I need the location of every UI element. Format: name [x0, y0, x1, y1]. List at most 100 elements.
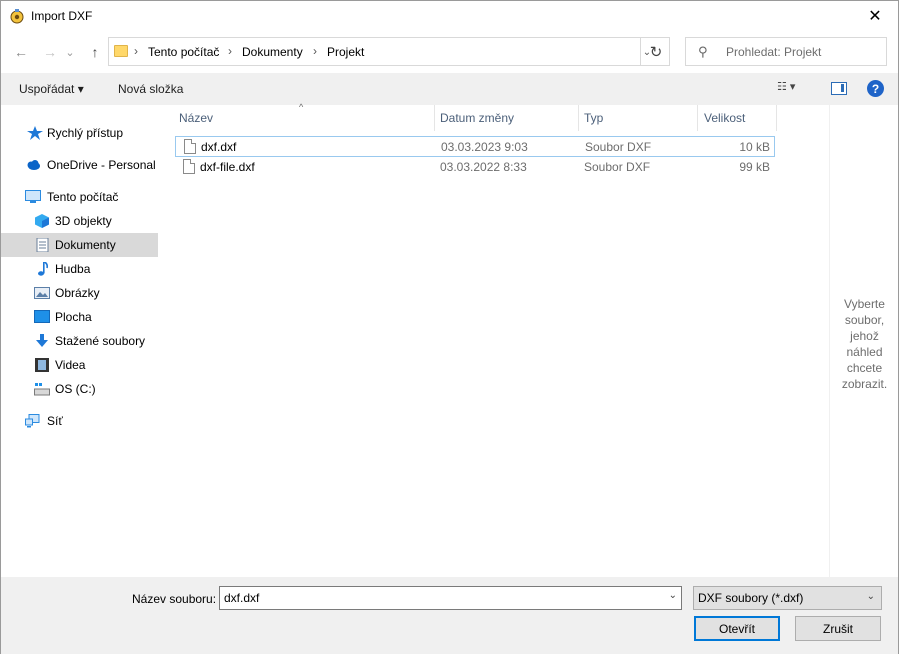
file-type: Soubor DXF	[585, 140, 652, 154]
search-icon: ⚲	[698, 44, 708, 59]
sidebar-item-label: Stažené soubory	[55, 334, 146, 348]
sidebar-item-documents[interactable]: Dokumenty	[1, 233, 158, 257]
sidebar-item-quick-access[interactable]: Rychlý přístup	[1, 121, 158, 145]
column-header-name[interactable]: Název	[179, 111, 213, 125]
sidebar-item-this-pc[interactable]: Tento počítač	[1, 185, 158, 209]
sidebar-item-label: Tento počítač	[47, 190, 119, 204]
sidebar-item-videos[interactable]: Videa	[1, 353, 158, 377]
sort-ascending-icon: ^	[299, 102, 304, 112]
filename-input[interactable]: dxf.dxf ⌄	[219, 586, 682, 610]
file-icon	[184, 139, 196, 154]
filter-value: DXF soubory (*.dxf)	[698, 591, 804, 605]
file-icon	[183, 159, 195, 174]
breadcrumb-separator-icon: ›	[313, 44, 317, 58]
navigation-pane: Rychlý přístup OneDrive - Personal Tento…	[1, 105, 159, 577]
file-name: dxf-file.dxf	[200, 160, 255, 174]
picture-icon	[34, 287, 50, 299]
column-header-size[interactable]: Velikost	[704, 111, 745, 125]
preview-line: soubor,	[844, 313, 885, 327]
sidebar-item-network[interactable]: Síť	[1, 409, 158, 433]
breadcrumb-this-pc[interactable]: Tento počítač	[148, 45, 219, 59]
star-icon	[27, 126, 43, 140]
music-icon	[38, 262, 49, 276]
sidebar-item-label: Obrázky	[55, 286, 100, 300]
sidebar-item-label: OS (C:)	[55, 382, 96, 396]
arrow-right-icon: →	[43, 44, 57, 60]
desktop-icon	[34, 310, 50, 323]
help-button[interactable]: ?	[867, 80, 884, 97]
file-row[interactable]: dxf-file.dxf 03.03.2022 8:33 Soubor DXF …	[175, 157, 775, 178]
view-options-button[interactable]: ☷ ▾	[777, 80, 813, 98]
breadcrumb-project[interactable]: Projekt	[327, 45, 364, 59]
import-dxf-dialog: Import DXF ✕ ← → ⌄ ↑ › Tento počítač › D…	[0, 0, 899, 654]
refresh-button[interactable]: ↻	[640, 37, 671, 66]
preview-message: Vyberte soubor, jehož náhled chcete zobr…	[830, 296, 899, 392]
preview-line: náhled	[846, 345, 883, 359]
sidebar-item-label: Videa	[55, 358, 86, 372]
film-icon	[35, 358, 49, 372]
column-divider[interactable]	[434, 105, 435, 131]
cube-icon	[35, 214, 49, 228]
column-header-type[interactable]: Typ	[584, 111, 603, 125]
preview-line: jehož	[850, 329, 879, 343]
column-divider[interactable]	[776, 105, 777, 131]
organize-button[interactable]: Uspořádat ▾	[19, 82, 84, 96]
file-date: 03.03.2023 9:03	[441, 140, 528, 154]
arrow-up-icon: ↑	[91, 44, 99, 60]
preview-line: Vyberte	[844, 297, 885, 311]
preview-line: zobrazit.	[841, 377, 888, 391]
chevron-down-icon[interactable]: ⌄	[669, 590, 677, 601]
sidebar-item-onedrive[interactable]: OneDrive - Personal	[1, 153, 158, 177]
close-icon: ✕	[868, 8, 882, 25]
column-divider[interactable]	[578, 105, 579, 131]
new-folder-button[interactable]: Nová složka	[118, 82, 183, 96]
window-title: Import DXF	[31, 9, 93, 23]
search-placeholder: Prohledat: Projekt	[726, 45, 822, 59]
cancel-button[interactable]: Zrušit	[795, 616, 881, 641]
download-icon	[36, 334, 48, 347]
sidebar-item-label: Síť	[47, 414, 63, 428]
open-button[interactable]: Otevřít	[694, 616, 780, 641]
column-divider[interactable]	[697, 105, 698, 131]
title-bar: Import DXF ✕	[1, 1, 898, 31]
document-icon	[36, 238, 49, 252]
arrow-left-icon: ←	[14, 44, 28, 60]
forward-button[interactable]: →	[39, 41, 61, 63]
address-bar[interactable]: › Tento počítač › Dokumenty › Projekt ⌄	[108, 37, 670, 66]
sidebar-item-music[interactable]: Hudba	[1, 257, 158, 281]
breadcrumb-separator-icon: ›	[134, 44, 138, 58]
column-header-date[interactable]: Datum změny	[440, 111, 514, 125]
app-icon	[10, 9, 24, 24]
sidebar-item-drive-c[interactable]: OS (C:)	[1, 377, 158, 401]
file-type: Soubor DXF	[584, 160, 651, 174]
refresh-icon: ↻	[649, 43, 663, 61]
search-box[interactable]: ⚲ Prohledat: Projekt	[685, 37, 887, 66]
view-list-icon: ☷ ▾	[777, 81, 796, 93]
filename-value: dxf.dxf	[224, 591, 260, 605]
sidebar-item-desktop[interactable]: Plocha	[1, 305, 158, 329]
sidebar-item-pictures[interactable]: Obrázky	[1, 281, 158, 305]
file-name: dxf.dxf	[201, 140, 237, 154]
file-list: ^ Název Datum změny Typ Velikost dxf.dxf…	[161, 102, 829, 577]
recent-locations-button[interactable]: ⌄	[63, 41, 77, 63]
preview-pane-toggle[interactable]	[831, 82, 847, 95]
close-button[interactable]: ✕	[852, 1, 898, 31]
file-type-filter[interactable]: DXF soubory (*.dxf) ⌄	[693, 586, 882, 610]
file-size: 10 kB	[739, 140, 770, 154]
file-row[interactable]: dxf.dxf 03.03.2023 9:03 Soubor DXF 10 kB	[175, 136, 775, 157]
sidebar-item-label: Rychlý přístup	[47, 126, 124, 140]
breadcrumb-documents[interactable]: Dokumenty	[242, 45, 303, 59]
sidebar-item-downloads[interactable]: Stažené soubory	[1, 329, 158, 353]
breadcrumb-separator-icon: ›	[228, 44, 232, 58]
chevron-down-icon: ⌄	[65, 46, 75, 59]
sidebar-item-label: Hudba	[55, 262, 91, 276]
network-icon	[25, 414, 40, 428]
up-button[interactable]: ↑	[84, 41, 106, 63]
sidebar-item-label: 3D objekty	[55, 214, 112, 228]
sidebar-item-3d-objects[interactable]: 3D objekty	[1, 209, 158, 233]
back-button[interactable]: ←	[10, 41, 32, 63]
chevron-down-icon: ⌄	[866, 591, 875, 602]
computer-icon	[25, 190, 41, 203]
folder-icon	[114, 45, 128, 57]
help-icon: ?	[871, 81, 880, 96]
